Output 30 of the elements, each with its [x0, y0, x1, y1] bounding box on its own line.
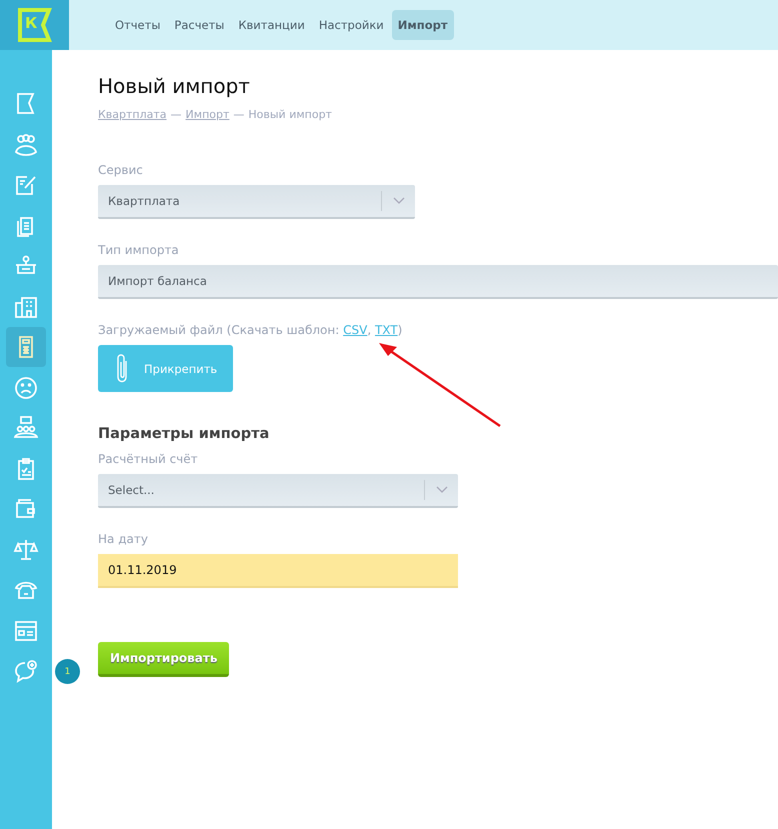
import-type-select[interactable]: Импорт баланса — [98, 265, 778, 299]
meeting-icon — [13, 415, 39, 441]
sad-icon — [13, 374, 39, 400]
field-label: На дату — [98, 532, 149, 546]
nav-tab[interactable]: Отчеты — [109, 10, 166, 40]
account-select[interactable]: Select... — [98, 474, 458, 508]
sidebar-item[interactable] — [6, 327, 46, 367]
section-heading: Параметры импорта — [98, 426, 270, 442]
date-field[interactable]: 01.11.2019 — [98, 554, 458, 588]
nav-tab[interactable]: Квитанции — [232, 10, 311, 40]
chevron-down-icon — [436, 486, 448, 494]
chat-icon — [13, 658, 39, 684]
field-label: Загружаемый файл (Скачать шаблон: CSV, TXT) — [98, 323, 404, 337]
field-label: Сервис — [98, 163, 144, 177]
field-label: Расчётный счёт — [98, 452, 199, 466]
service-select[interactable]: Квартплата — [98, 185, 415, 219]
breadcrumb-separator: — — [170, 108, 182, 121]
logo-letter: К — [25, 14, 38, 32]
logo-icon[interactable] — [16, 7, 52, 43]
nav-tab[interactable]: Расчеты — [168, 10, 230, 40]
notification-badge: 1 — [55, 659, 80, 684]
field-label: Тип импорта — [98, 243, 180, 257]
page-title: Новый импорт — [98, 74, 251, 98]
breadcrumb-separator: — — [233, 108, 244, 121]
link-separator: , — [367, 323, 372, 337]
chevron-down-icon — [393, 197, 405, 205]
people-icon — [13, 132, 39, 158]
nav-tab[interactable]: Настройки — [312, 10, 390, 40]
breadcrumb-current: Новый импорт — [248, 108, 332, 121]
nav-tab[interactable]: Импорт — [392, 10, 454, 40]
